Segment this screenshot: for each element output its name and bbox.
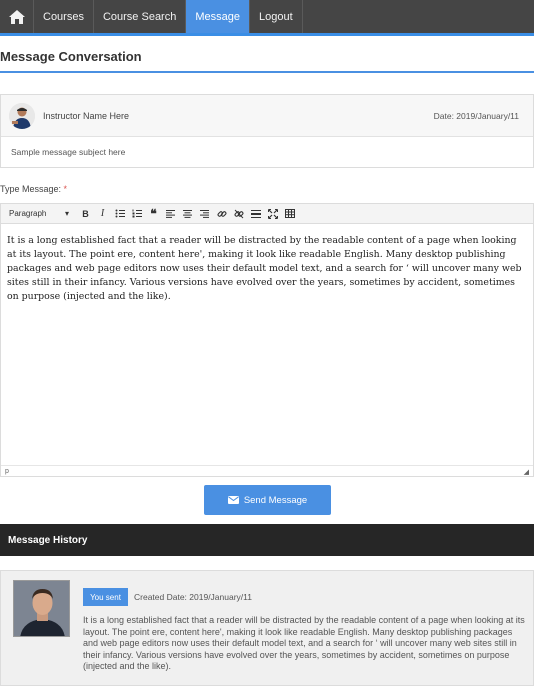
type-message-text: Type Message:: [0, 184, 62, 194]
resize-handle-icon[interactable]: ◢: [524, 468, 529, 476]
unlink-icon[interactable]: [230, 206, 247, 222]
instructor-avatar: [9, 102, 35, 129]
conversation-date: Date: 2019/January/11: [433, 110, 519, 121]
title-divider: [0, 71, 534, 73]
chevron-down-icon: ▾: [64, 209, 69, 218]
envelope-icon: [227, 496, 239, 504]
horizontal-rule-icon[interactable]: [247, 206, 264, 222]
bold-icon[interactable]: B: [77, 206, 94, 222]
home-icon: [8, 9, 25, 24]
you-sent-badge: You sent: [83, 588, 128, 606]
align-center-icon[interactable]: [179, 206, 196, 222]
message-history-header: Message History: [0, 524, 534, 556]
page-title: Message Conversation: [0, 49, 142, 64]
nav-courses[interactable]: Courses: [34, 0, 94, 33]
format-select[interactable]: Paragraph ▾: [5, 207, 73, 221]
history-message: You sent Created Date: 2019/January/11 I…: [0, 570, 534, 686]
top-navbar: Courses Course Search Message Logout: [0, 0, 534, 36]
format-select-value: Paragraph: [9, 209, 47, 218]
history-message-text: It is a long established fact that a rea…: [83, 615, 525, 671]
numbered-list-icon[interactable]: [128, 206, 145, 222]
message-history-title: Message History: [8, 534, 88, 546]
bulleted-list-icon[interactable]: [111, 206, 128, 222]
created-date: Created Date: 2019/January/11: [134, 592, 252, 602]
editor-toolbar: Paragraph ▾ B I ❝: [1, 204, 533, 224]
message-editor: Paragraph ▾ B I ❝ It is a long establish…: [0, 203, 534, 477]
fullscreen-icon[interactable]: [264, 206, 281, 222]
align-right-icon[interactable]: [196, 206, 213, 222]
type-message-label: Type Message: *: [0, 184, 67, 194]
align-left-icon[interactable]: [162, 206, 179, 222]
nav-course-search[interactable]: Course Search: [94, 0, 187, 33]
send-message-button[interactable]: Send Message: [204, 485, 331, 515]
nav-logout[interactable]: Logout: [250, 0, 303, 33]
editor-content[interactable]: It is a long established fact that a rea…: [1, 224, 533, 465]
conversation-meta: Instructor Name Here Date: 2019/January/…: [1, 95, 533, 137]
element-path: p: [5, 468, 9, 475]
nav-message[interactable]: Message: [186, 0, 250, 33]
sender-photo: [13, 580, 70, 637]
conversation-subject: Sample message subject here: [1, 137, 533, 167]
italic-icon[interactable]: I: [94, 206, 111, 222]
table-icon[interactable]: [281, 206, 298, 222]
instructor-name: Instructor Name Here: [43, 110, 130, 121]
blockquote-icon[interactable]: ❝: [145, 206, 162, 222]
conversation-header: Instructor Name Here Date: 2019/January/…: [0, 94, 534, 168]
home-button[interactable]: [0, 0, 34, 33]
link-icon[interactable]: [213, 206, 230, 222]
editor-statusbar: p ◢: [1, 465, 533, 477]
send-message-label: Send Message: [243, 494, 308, 506]
required-mark: *: [63, 184, 68, 194]
